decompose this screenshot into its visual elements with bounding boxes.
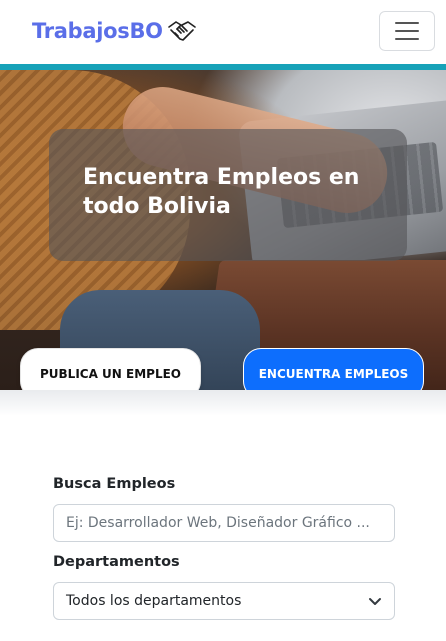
navbar: TrabajosBO <box>0 0 446 64</box>
hamburger-icon-bar <box>395 22 419 24</box>
search-input[interactable] <box>53 504 395 542</box>
departments-selected-value: Todos los departamentos <box>66 593 242 609</box>
search-label: Busca Empleos <box>53 476 176 492</box>
find-jobs-button[interactable]: ENCUENTRA EMPLEOS <box>243 348 424 390</box>
hamburger-icon-bar <box>395 30 419 32</box>
hamburger-icon-bar <box>395 38 419 40</box>
menu-toggle-button[interactable] <box>379 11 435 51</box>
publish-job-button[interactable]: PUBLICA UN EMPLEO <box>20 348 201 390</box>
departments-label: Departamentos <box>53 554 180 570</box>
handshake-icon <box>167 21 196 41</box>
hero-bottom-fade <box>0 390 446 416</box>
chevron-down-icon <box>369 598 381 605</box>
departments-select[interactable]: Todos los departamentos <box>53 582 395 620</box>
hero-title: Encuentra Empleos en todo Bolivia <box>83 165 360 219</box>
brand-name: TrabajosBO <box>32 19 163 43</box>
brand-logo-link[interactable]: TrabajosBO <box>32 14 197 48</box>
page: TrabajosBO Encuentra Empleos en todo Bol… <box>0 0 446 641</box>
hero-section: Encuentra Empleos en todo Bolivia PUBLIC… <box>0 70 446 390</box>
